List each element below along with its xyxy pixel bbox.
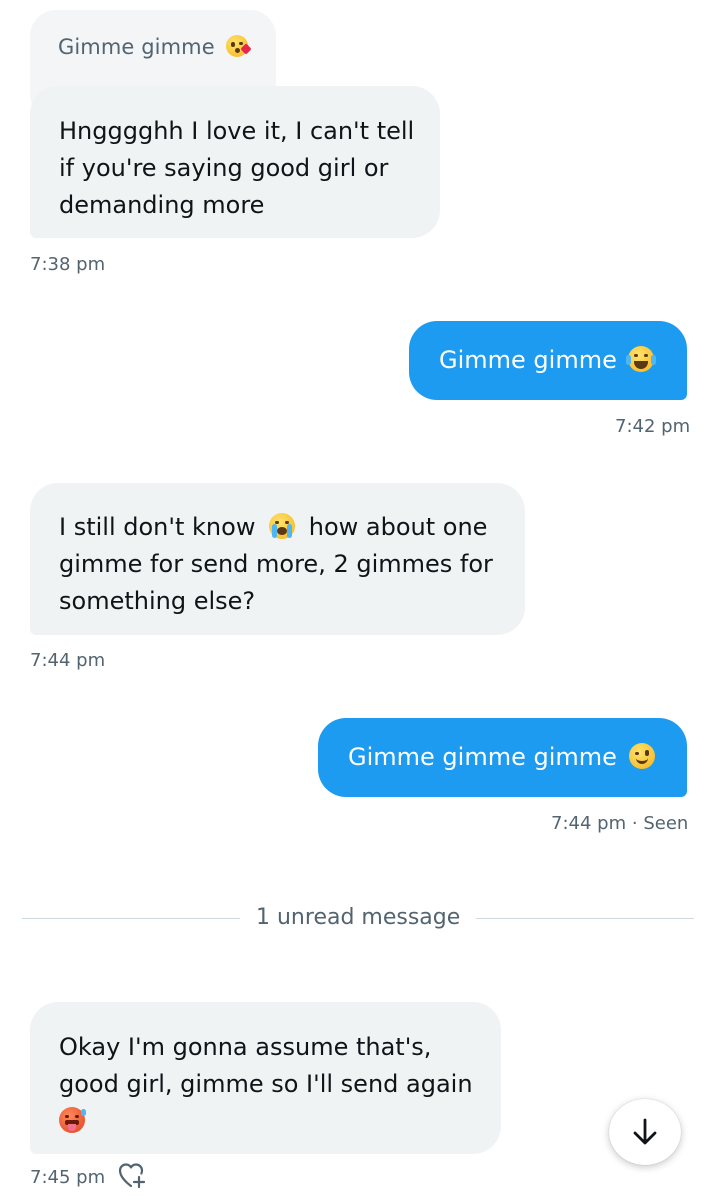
message-text-line: something else? bbox=[59, 587, 256, 615]
divider-line-left bbox=[22, 918, 240, 919]
message-bubble-outgoing[interactable]: Gimme gimme bbox=[409, 321, 687, 400]
winking-face-emoji bbox=[628, 743, 655, 769]
message-text: Gimme gimme bbox=[439, 346, 617, 374]
divider-line-right bbox=[476, 918, 694, 919]
message-text-line: I still don't know how about one bbox=[59, 509, 525, 546]
status-separator: · bbox=[631, 813, 638, 834]
message-text: Gimme gimme gimme bbox=[348, 743, 617, 771]
quoted-message: Gimme gimme bbox=[58, 35, 252, 59]
message-bubble-incoming[interactable]: I still don't know how about one gimme f… bbox=[30, 483, 525, 635]
message-text-line: good girl, gimme so I'll send again bbox=[59, 1070, 473, 1098]
message-bubble-outgoing[interactable]: Gimme gimme gimme bbox=[318, 718, 687, 797]
arrow-down-icon bbox=[633, 1118, 657, 1145]
message-timestamp: 7:42 pm bbox=[615, 416, 691, 437]
laughing-tears-emoji bbox=[626, 346, 657, 372]
message-timestamp: 7:44 pm bbox=[551, 813, 627, 834]
message-text-line: Hngggghh I love it, I can't tell bbox=[59, 117, 415, 145]
scroll-to-bottom-button[interactable] bbox=[609, 1099, 681, 1165]
unread-divider-label: 1 unread message bbox=[256, 905, 461, 930]
quoted-message-text: Gimme gimme bbox=[58, 35, 215, 59]
message-text-segment: how about one bbox=[308, 513, 488, 541]
seen-status: Seen bbox=[643, 813, 689, 834]
message-bubble-incoming[interactable]: Okay I'm gonna assume that's, good girl,… bbox=[30, 1002, 501, 1154]
message-text-line: if you're saying good girl or bbox=[59, 154, 389, 182]
message-timestamp: 7:38 pm bbox=[30, 254, 106, 275]
add-reaction-button[interactable] bbox=[116, 1160, 150, 1192]
loudly-crying-emoji bbox=[269, 513, 296, 539]
kissing-face-heart-emoji bbox=[225, 35, 252, 57]
message-text-line: gimme for send more, 2 gimmes for bbox=[59, 550, 493, 578]
heart-plus-icon bbox=[118, 1163, 146, 1189]
message-timestamp: 7:44 pm bbox=[30, 650, 106, 671]
message-timestamp: 7:45 pm bbox=[30, 1167, 106, 1188]
message-bubble-incoming[interactable]: Hngggghh I love it, I can't tell if you'… bbox=[30, 86, 440, 238]
message-text-line: demanding more bbox=[59, 191, 265, 219]
message-emoji-line bbox=[59, 1103, 501, 1140]
hot-face-emoji bbox=[59, 1107, 86, 1133]
message-status: 7:44 pm · Seen bbox=[551, 813, 688, 834]
unread-divider: 1 unread message bbox=[0, 905, 716, 939]
message-text-segment: I still don't know bbox=[59, 513, 256, 541]
message-text-line: Okay I'm gonna assume that's, bbox=[59, 1033, 432, 1061]
